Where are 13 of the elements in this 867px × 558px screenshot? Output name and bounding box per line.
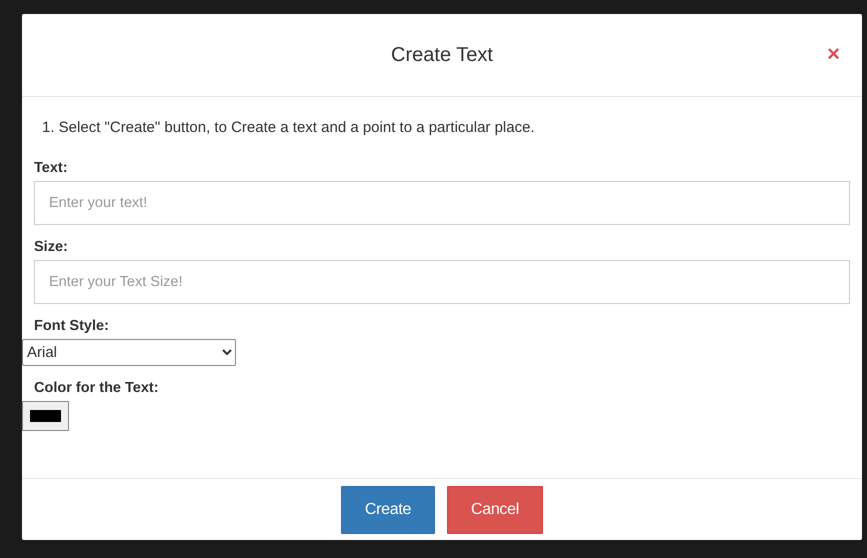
input-field[interactable]: Enter your Text Size!	[34, 260, 850, 304]
font-select[interactable]: Arial	[22, 339, 236, 366]
close-button[interactable]: ×	[827, 44, 840, 64]
field-label: Text:	[34, 160, 69, 176]
cancel-button[interactable]: Cancel	[447, 486, 543, 534]
create-button[interactable]: Create	[341, 486, 435, 534]
field-label: Size:	[34, 239, 69, 255]
input-field[interactable]: Enter your text!	[34, 181, 850, 225]
instruction-text: 1. Select "Create" button, to Create a text and a point to a particular place.	[42, 119, 536, 136]
field-label: Font Style:	[34, 318, 110, 334]
field-label: Color for the Text:	[34, 380, 160, 396]
dialog-title: Create Text	[391, 44, 493, 66]
color-picker[interactable]	[22, 401, 69, 431]
